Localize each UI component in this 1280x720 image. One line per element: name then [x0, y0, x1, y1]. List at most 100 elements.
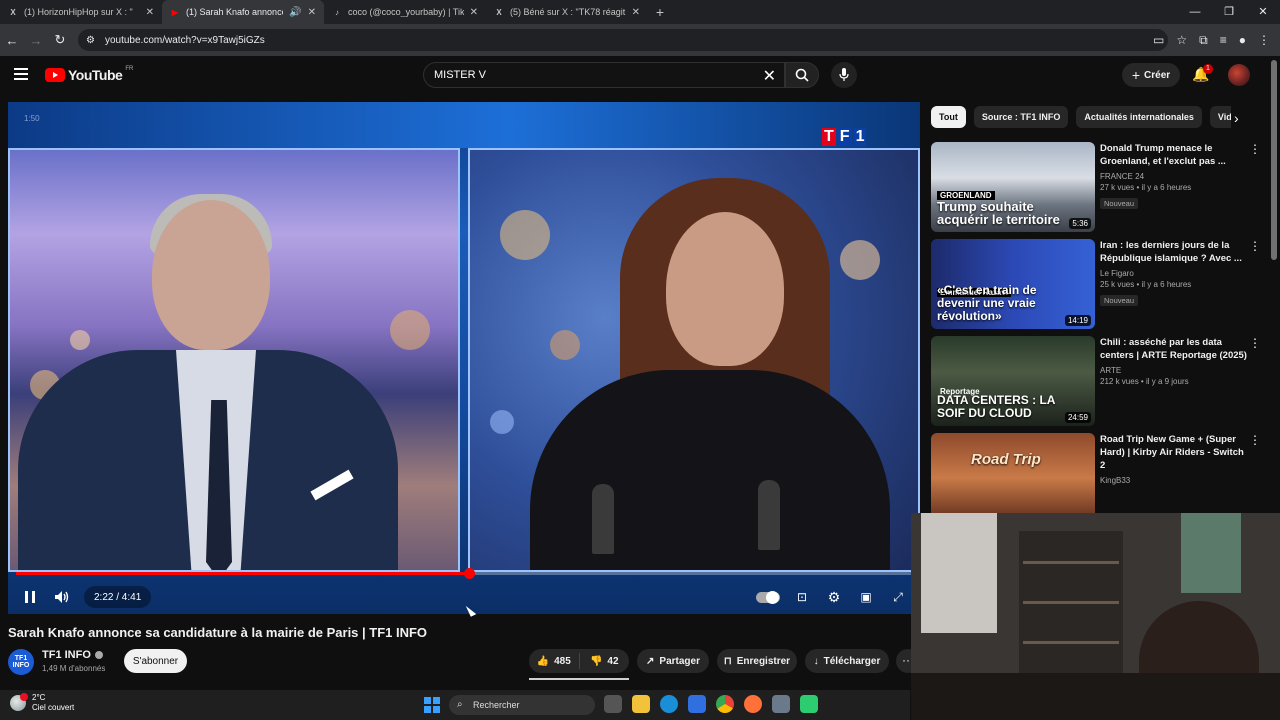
volume-button[interactable] — [46, 580, 78, 614]
video-frame-right-guest — [468, 148, 920, 572]
x-logo-icon: X — [496, 7, 502, 17]
maximize-button[interactable]: ❐ — [1212, 0, 1246, 24]
miniplayer-button[interactable]: ▣ — [850, 580, 882, 614]
media-control-icon[interactable]: ≡ — [1220, 33, 1227, 47]
profile-icon[interactable]: ● — [1239, 33, 1246, 47]
channel-avatar[interactable]: TF1 INFO — [8, 649, 34, 675]
chevron-right-icon[interactable]: › — [1234, 110, 1239, 126]
fullscreen-button[interactable]: ⤢ — [882, 580, 914, 614]
recommended-video[interactable]: Reportage DATA CENTERS : LA SOIF DU CLOU… — [931, 336, 1271, 426]
download-button[interactable]: ↓ Télécharger — [805, 649, 889, 673]
browser-tab[interactable]: X (5) Béné sur X : "TK78 réagit à l ✕ — [486, 0, 648, 24]
chip-all[interactable]: Tout — [931, 106, 966, 128]
chip-international-news[interactable]: Actualités internationales — [1076, 106, 1202, 128]
recommendation-channel[interactable]: Le Figaro — [1100, 268, 1250, 279]
edge-icon[interactable] — [660, 695, 678, 713]
task-view-icon[interactable] — [604, 695, 622, 713]
like-button[interactable]: 👍 485 — [529, 656, 579, 667]
more-options-icon[interactable]: ⋮ — [1249, 433, 1261, 447]
new-badge: Nouveau — [1100, 295, 1139, 306]
subtitles-icon: ⊡ — [796, 590, 808, 604]
taskbar-search[interactable]: ⌕ Rechercher — [449, 695, 595, 715]
recommendation-channel[interactable]: KingB33 — [1100, 475, 1250, 486]
autoplay-toggle[interactable] — [756, 590, 780, 604]
more-options-icon[interactable]: ⋮ — [1249, 142, 1261, 156]
voice-search-button[interactable] — [831, 62, 857, 88]
video-player[interactable]: 1:50 T F 1 2:22 / 4:41 ⊡ ⚙ ▣ ⤢ — [8, 102, 920, 614]
close-tab-icon[interactable]: ✕ — [470, 7, 478, 18]
more-options-icon[interactable]: ⋮ — [1249, 336, 1261, 350]
recommendation-title[interactable]: Chili : asséché par les data centers | A… — [1100, 336, 1250, 362]
settings-button[interactable]: ⚙ — [818, 580, 850, 614]
like-dislike-group: 👍 485 👎 42 — [529, 649, 629, 673]
chrome-icon[interactable] — [716, 695, 734, 713]
recommendation-title[interactable]: Iran : les derniers jours de la Républiq… — [1100, 239, 1250, 265]
file-explorer-icon[interactable] — [632, 695, 650, 713]
weather-widget[interactable]: 2°C Ciel couvert — [10, 693, 74, 713]
forward-icon[interactable]: → — [24, 33, 48, 48]
close-tab-icon[interactable]: ✕ — [632, 7, 640, 18]
share-button[interactable]: ↗ Partager — [637, 649, 709, 673]
close-tab-icon[interactable]: ✕ — [146, 7, 154, 18]
menu-icon[interactable] — [14, 68, 28, 80]
progress-scrubber[interactable] — [464, 568, 476, 579]
cast-icon[interactable]: ▭ — [1153, 33, 1164, 47]
chrome-menu-icon[interactable]: ⋮ — [1258, 33, 1270, 47]
search-button[interactable] — [785, 62, 819, 88]
thumbs-down-icon: 👎 — [589, 655, 603, 667]
page-scrollbar[interactable] — [1271, 60, 1277, 260]
close-tab-icon[interactable]: ✕ — [308, 7, 316, 18]
clear-search-icon[interactable]: ✕ — [763, 66, 776, 86]
url-field[interactable]: ⚙ youtube.com/watch?v=x9Tawj5iGZs — [78, 29, 1168, 51]
site-info-icon[interactable]: ⚙ — [86, 35, 95, 46]
minimize-button[interactable]: — — [1178, 0, 1212, 24]
progress-played — [16, 572, 470, 575]
settings-app-icon[interactable] — [772, 695, 790, 713]
video-thumbnail[interactable]: GROENLAND Trump souhaite acquérir le ter… — [931, 142, 1095, 232]
recommendation-title[interactable]: Donald Trump menace le Groenland, et l'e… — [1100, 142, 1250, 168]
windows-start-icon[interactable] — [424, 697, 440, 713]
channel-name-row[interactable]: TF1 INFO — [42, 649, 103, 661]
pause-button[interactable] — [14, 580, 46, 614]
browser-tab-active[interactable]: ▶ (1) Sarah Knafo annonce sa 🔊 ✕ — [162, 0, 324, 24]
firefox-icon[interactable] — [744, 695, 762, 713]
save-button[interactable]: ⊓ Enregistrer — [717, 649, 797, 673]
recommendation-channel[interactable]: FRANCE 24 — [1100, 171, 1250, 182]
close-window-button[interactable]: ✕ — [1246, 0, 1280, 24]
video-progress-bar[interactable] — [16, 568, 912, 579]
thumbs-up-icon: 👍 — [536, 655, 550, 667]
recommended-video[interactable]: GROENLAND Trump souhaite acquérir le ter… — [931, 142, 1271, 232]
browser-tab[interactable]: ♪ coco (@coco_yourbaby) | TikTo ✕ — [324, 0, 486, 24]
chip-source[interactable]: Source : TF1 INFO — [973, 106, 1069, 128]
new-tab-button[interactable]: + — [648, 4, 672, 20]
back-icon[interactable]: ← — [0, 33, 24, 48]
video-thumbnail[interactable]: Road Trip — [931, 433, 1095, 523]
store-icon[interactable] — [688, 695, 706, 713]
speaker-icon[interactable]: 🔊 — [289, 7, 301, 18]
extensions-icon[interactable]: ⧉ — [1199, 33, 1208, 48]
dislike-button[interactable]: 👎 42 — [580, 656, 630, 667]
download-icon: ↓ — [813, 655, 819, 667]
channel-name[interactable]: TF1 INFO — [42, 649, 91, 661]
search-input[interactable]: MISTER V ✕ — [423, 62, 785, 88]
chip-videos[interactable]: Vidé — [1209, 106, 1231, 128]
browser-tab[interactable]: X (1) HorizonHipHop sur X : " ✕ — [0, 0, 162, 24]
youtube-logo[interactable]: YouTube FR — [45, 66, 133, 83]
window-controls: — ❐ ✕ — [1178, 0, 1280, 24]
account-avatar[interactable] — [1228, 64, 1250, 86]
video-thumbnail[interactable]: Reportage DATA CENTERS : LA SOIF DU CLOU… — [931, 336, 1095, 426]
reload-icon[interactable]: ↻ — [48, 32, 72, 48]
save-label: Enregistrer — [736, 655, 791, 667]
recommendation-title[interactable]: Road Trip New Game + (Super Hard) | Kirb… — [1100, 433, 1250, 472]
bookmark-star-icon[interactable]: ☆ — [1176, 33, 1187, 47]
recommendation-channel[interactable]: ARTE — [1100, 365, 1250, 376]
video-thumbnail[interactable]: Emmanuel Razavi «C'est en train de deven… — [931, 239, 1095, 329]
more-options-icon[interactable]: ⋮ — [1249, 239, 1261, 253]
recommended-video[interactable]: Road Trip Road Trip New Game + (Super Ha… — [931, 433, 1271, 523]
app-icon[interactable] — [800, 695, 818, 713]
subscribe-button[interactable]: S'abonner — [124, 649, 187, 673]
recommended-video[interactable]: Emmanuel Razavi «C'est en train de deven… — [931, 239, 1271, 329]
subscriber-count: 1,49 M d'abonnés — [42, 664, 106, 673]
subtitles-button[interactable]: ⊡ — [786, 580, 818, 614]
create-button[interactable]: + Créer — [1122, 63, 1180, 87]
